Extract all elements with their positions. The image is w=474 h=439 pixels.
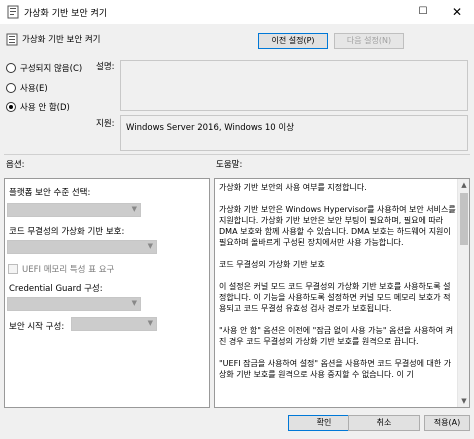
help-scrollbar[interactable]: ▲ ▼ [457, 179, 469, 407]
chevron-down-icon: ▼ [131, 299, 137, 307]
credential-guard-label: Credential Guard 구성: [9, 284, 103, 294]
help-text: 가상화 기반 보안의 사용 여부를 지정합니다. 가상화 기반 보안은 Wind… [219, 182, 457, 391]
options-pane: 플랫폼 보안 수준 선택: ▼ 코드 무결성의 가상화 기반 보호: ▼ UEF… [4, 178, 210, 408]
help-paragraph: 코드 무결성의 가상화 기반 보호 [219, 260, 325, 269]
uefi-memory-checkbox[interactable]: UEFI 메모리 특성 표 요구 [8, 263, 114, 275]
next-setting-button[interactable]: 다음 설정(N) [334, 33, 404, 49]
setting-icon [6, 33, 18, 46]
radio-dot[interactable] [6, 83, 16, 93]
supported-value: Windows Server 2016, Windows 10 이상 [126, 123, 295, 133]
policy-icon [7, 5, 19, 19]
radio-dot-selected[interactable] [6, 102, 16, 112]
apply-button[interactable]: 적용(A) [424, 415, 470, 431]
radio-enabled[interactable]: 사용(E) [6, 82, 48, 94]
policy-dialog: 가상화 기반 보안 켜기 ☐ ✕ 가상화 기반 보안 켜기 이전 설정(P) 다… [0, 0, 474, 439]
help-paragraph: "사용 안 함" 옵션은 이전에 "잠금 없이 사용 가능" 옵션을 사용하여 … [219, 326, 454, 346]
radio-label: 사용 안 함(D) [20, 103, 70, 113]
supported-label: 지원: [96, 119, 115, 129]
help-paragraph: 가상화 기반 보안은 Windows Hypervisor를 사용하여 보안 서… [219, 205, 456, 247]
help-paragraph: 가상화 기반 보안의 사용 여부를 지정합니다. [219, 183, 367, 192]
close-icon[interactable]: ✕ [440, 0, 474, 24]
platform-security-dropdown[interactable]: ▼ [7, 203, 141, 217]
scroll-thumb[interactable] [460, 193, 468, 245]
chevron-down-icon: ▼ [147, 242, 153, 250]
platform-security-label: 플랫폼 보안 수준 선택: [9, 188, 91, 198]
secure-launch-label: 보안 시작 구성: [9, 322, 65, 332]
help-paragraph: 이 설정은 커널 모드 코드 무결성의 가상화 기반 보호를 사용하도록 설정합… [219, 282, 451, 313]
help-paragraph: "UEFI 잠금을 사용하여 설정" 옵션을 사용하면 코드 무결성에 대한 가… [219, 359, 452, 379]
help-pane[interactable]: 가상화 기반 보안의 사용 여부를 지정합니다. 가상화 기반 보안은 Wind… [214, 178, 470, 408]
help-heading: 도움말: [216, 160, 243, 170]
code-integrity-label: 코드 무결성의 가상화 기반 보호: [9, 227, 125, 237]
radio-disabled[interactable]: 사용 안 함(D) [6, 101, 70, 113]
window-title: 가상화 기반 보안 켜기 [24, 9, 108, 19]
secure-launch-dropdown[interactable]: ▼ [71, 317, 157, 331]
chevron-down-icon: ▼ [131, 205, 137, 213]
radio-label: 구성되지 않음(C) [20, 64, 83, 74]
scroll-up-icon[interactable]: ▲ [458, 179, 469, 191]
options-heading: 옵션: [6, 160, 25, 170]
comment-textbox[interactable] [120, 60, 468, 111]
maximize-icon[interactable]: ☐ [406, 0, 440, 24]
setting-title: 가상화 기반 보안 켜기 [22, 35, 101, 45]
title-bar[interactable]: 가상화 기반 보안 켜기 ☐ ✕ [0, 0, 474, 24]
radio-not-configured[interactable]: 구성되지 않음(C) [6, 62, 82, 74]
credential-guard-dropdown[interactable]: ▼ [7, 297, 141, 311]
checkbox-box[interactable] [8, 264, 18, 274]
prev-setting-button[interactable]: 이전 설정(P) [258, 33, 328, 49]
radio-label: 사용(E) [20, 84, 48, 94]
comment-label: 설명: [96, 62, 115, 72]
chevron-down-icon: ▼ [147, 319, 153, 327]
scroll-down-icon[interactable]: ▼ [458, 395, 469, 407]
cancel-button[interactable]: 취소 [348, 415, 420, 431]
uefi-memory-label: UEFI 메모리 특성 표 요구 [22, 265, 115, 275]
supported-textbox: Windows Server 2016, Windows 10 이상 [120, 115, 468, 151]
divider [4, 154, 470, 155]
code-integrity-dropdown[interactable]: ▼ [7, 240, 157, 254]
radio-dot[interactable] [6, 63, 16, 73]
